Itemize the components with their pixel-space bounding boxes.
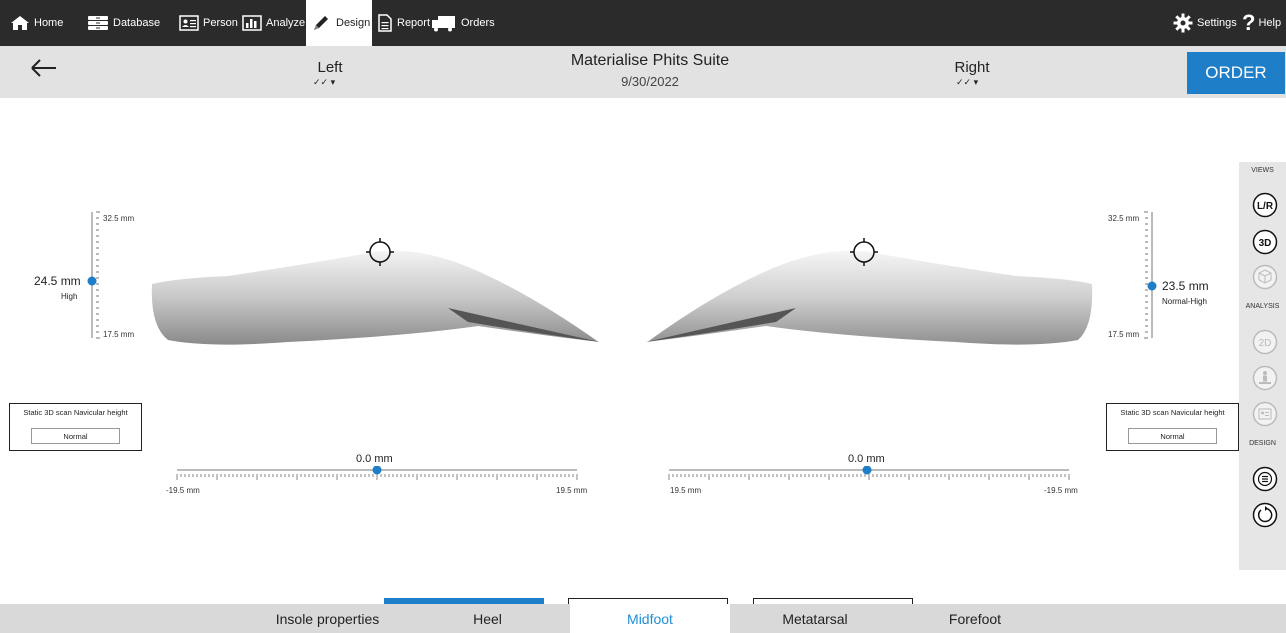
tab-midfoot[interactable]: Midfoot [570,604,730,633]
design-heading: DESIGN [1249,440,1276,447]
report-document-icon [378,14,392,32]
nav-report[interactable]: Report [377,0,430,46]
2d-icon-text: 2D [1259,338,1272,349]
analyze-chart-icon [242,15,262,31]
lr-icon-text: L/R [1257,201,1274,212]
right-offset-min: 19.5 mm [670,486,702,495]
left-offset-value: 0.0 mm [356,453,393,465]
left-offset-handle [372,466,382,475]
orders-cart-icon [432,16,455,32]
left-offset-min: -19.5 mm [166,486,200,495]
tab-insole-properties[interactable]: Insole properties [250,604,405,633]
right-static-scan-box: Static 3D scan Navicular height Normal [1106,403,1239,451]
right-height-handle [1147,281,1157,291]
right-offset-slider[interactable] [667,466,1071,484]
left-right-view-button[interactable]: L/R [1252,192,1278,218]
right-offset-value: 0.0 mm [848,453,885,465]
tab-heel[interactable]: Heel [410,604,565,633]
left-view-dropdown-icon[interactable]: ✓✓ ▾ [313,77,335,88]
standing-analysis-button[interactable] [1252,365,1278,391]
left-height-class: High [61,292,78,301]
left-height-scale[interactable] [86,208,106,342]
right-offset-handle [862,466,872,475]
app-title: Materialise Phits Suite [570,52,730,69]
settings-label: Settings [1197,17,1237,29]
analysis-heading: ANALYSIS [1245,303,1280,310]
profile-analysis-button[interactable] [1252,401,1278,427]
nav-report-label: Report [397,17,431,29]
nav-person[interactable]: Person [179,0,238,46]
help-label: Help [1258,17,1282,29]
left-static-scan-title: Static 3D scan Navicular height [23,408,128,417]
right-height-value: 23.5 mm [1162,279,1209,293]
right-static-scan-title: Static 3D scan Navicular height [1120,408,1225,417]
cube-view-button[interactable] [1252,264,1278,290]
nav-design-label: Design [336,17,371,29]
left-offset-slider[interactable] [175,466,579,484]
nav-design[interactable]: Design [306,0,372,46]
design-list-button[interactable] [1252,466,1278,492]
settings-button[interactable]: Settings [1173,0,1237,46]
gear-icon [1173,13,1193,33]
nav-database-label: Database [113,17,161,29]
right-height-scale[interactable] [1138,208,1158,342]
back-arrow-icon[interactable] [30,58,58,78]
nav-home-label: Home [34,17,64,29]
left-static-scan-value: Normal [31,428,120,444]
views-heading: VIEWS [1251,167,1274,174]
left-insole-3d-view[interactable] [148,236,603,346]
right-scale-min: 17.5 mm [1108,330,1140,339]
right-height-class: Normal-High [1162,297,1207,306]
nav-analyze-label: Analyze [266,17,306,29]
person-card-icon [179,15,199,31]
right-insole-3d-view[interactable] [646,236,1096,346]
left-static-scan-box: Static 3D scan Navicular height Normal [9,403,142,451]
3d-view-button[interactable]: 3D [1252,229,1278,255]
nav-analyze[interactable]: Analyze [242,0,305,46]
session-date: 9/30/2022 [621,74,679,89]
home-icon [11,16,29,30]
nav-orders-label: Orders [461,17,495,29]
question-mark-icon: ? [1242,10,1256,35]
right-scale-max: 32.5 mm [1108,214,1140,223]
design-reset-button[interactable] [1252,502,1278,528]
order-button[interactable]: ORDER [1187,52,1285,94]
left-scale-max: 32.5 mm [103,214,135,223]
database-icon [88,16,108,30]
right-offset-max: -19.5 mm [1044,486,1078,495]
nav-person-label: Person [203,17,238,29]
tab-metatarsal[interactable]: Metatarsal [735,604,895,633]
nav-database[interactable]: Database [87,0,160,46]
left-foot-selector[interactable]: Left [300,59,360,76]
3d-icon-text: 3D [1259,238,1272,249]
left-height-value: 24.5 mm [34,274,81,288]
nav-home[interactable]: Home [10,0,63,46]
right-static-scan-value: Normal [1128,428,1217,444]
help-button[interactable]: ? Help [1242,0,1281,46]
2d-analysis-button[interactable]: 2D [1252,329,1278,355]
pencil-icon [314,16,328,30]
left-height-handle [87,276,97,286]
right-foot-selector[interactable]: Right [942,59,1002,76]
right-view-dropdown-icon[interactable]: ✓✓ ▾ [956,77,978,88]
left-scale-min: 17.5 mm [103,330,135,339]
tab-forefoot[interactable]: Forefoot [895,604,1055,633]
left-offset-max: 19.5 mm [556,486,588,495]
nav-orders[interactable]: Orders [431,0,495,46]
